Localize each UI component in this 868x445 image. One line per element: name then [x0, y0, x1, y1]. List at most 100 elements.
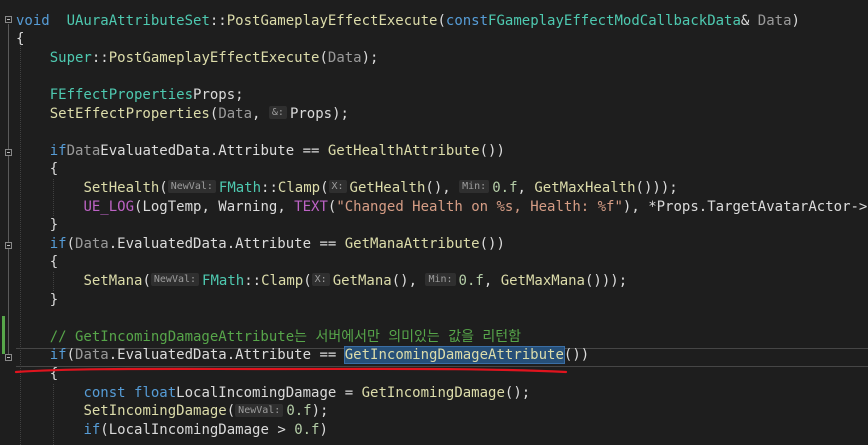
- change-indicator-bar: [2, 316, 5, 354]
- code-line[interactable]: UE_LOG(LogTemp, Warning, TEXT("Changed H…: [16, 198, 868, 217]
- code-token: const: [445, 12, 489, 29]
- code-line[interactable]: {: [16, 253, 58, 272]
- code-token: LocalIncomingDamage: [176, 384, 337, 401]
- code-token: if: [49, 347, 67, 364]
- code-token: ()): [563, 347, 590, 364]
- code-line[interactable]: }: [16, 216, 58, 235]
- code-token: LogTemp, Warning,: [142, 198, 295, 215]
- code-token: ,: [483, 272, 501, 289]
- parameter-hint: X:: [328, 180, 347, 194]
- code-line[interactable]: SetEffectProperties(Data, &: Props);: [16, 105, 349, 124]
- code-line[interactable]: if(Data.EvaluatedData.Attribute == GetIn…: [16, 346, 589, 365]
- code-line[interactable]: if(Data.EvaluatedData.Attribute == GetMa…: [16, 235, 505, 254]
- code-token: (: [437, 12, 446, 29]
- code-token: if: [83, 421, 101, 438]
- code-token: FMath: [202, 272, 245, 289]
- code-token: GetManaAttribute: [344, 235, 480, 252]
- code-token: ::: [209, 12, 227, 29]
- code-token: 0.f: [286, 403, 312, 420]
- code-token: PostGameplayEffectExecute: [108, 49, 320, 66]
- parameter-hint: Min:: [425, 273, 456, 287]
- parameter-hint: Min:: [459, 180, 490, 194]
- code-token: GetMaxHealth: [534, 179, 636, 196]
- code-token: SetMana: [83, 272, 143, 289]
- code-token: Data: [75, 235, 109, 252]
- code-token: Super: [49, 49, 92, 66]
- code-line[interactable]: SetMana(NewVal: FMath::Clamp(X: GetMana(),…: [16, 272, 627, 291]
- code-token: =: [336, 384, 362, 401]
- code-token: GetMaxMana: [500, 272, 585, 289]
- code-line[interactable]: Super::PostGameplayEffectExecute(Data);: [16, 49, 379, 68]
- code-token: SetIncomingDamage: [83, 403, 227, 420]
- code-line[interactable]: if(LocalIncomingDamage > 0.f): [16, 421, 328, 440]
- code-token: GetIncomingDamageAttribute: [343, 346, 565, 365]
- code-token: Data: [218, 105, 253, 122]
- parameter-hint: NewVal:: [167, 180, 216, 194]
- code-line[interactable]: SetIncomingDamage(NewVal: 0.f);: [16, 402, 328, 421]
- code-token: }: [16, 291, 59, 308]
- code-token: (: [159, 179, 168, 196]
- code-token: GetHealthAttribute: [327, 142, 480, 159]
- code-token: (),: [425, 179, 460, 196]
- code-token: "Changed Health on %s, Health: %f": [336, 198, 623, 215]
- code-token: Props: [289, 105, 333, 122]
- code-editor[interactable]: void UAuraAttributeSet::PostGameplayEffe…: [0, 0, 868, 445]
- code-token: SetEffectProperties: [49, 105, 210, 122]
- code-line[interactable]: // GetIncomingDamageAttribute는 서버에서만 의미있…: [16, 328, 521, 347]
- code-token: 0.f: [492, 179, 518, 196]
- code-token: Clamp: [261, 272, 304, 289]
- code-token: (: [319, 49, 328, 66]
- code-token: EvaluatedData.Attribute ==: [100, 142, 328, 159]
- code-token: {: [16, 161, 59, 178]
- code-token: ): [319, 421, 328, 438]
- code-token: FEffectProperties: [49, 86, 194, 103]
- code-token: >: [268, 421, 295, 438]
- code-token: &: [740, 12, 758, 29]
- code-token: (),: [391, 272, 426, 289]
- code-token: if: [49, 142, 67, 159]
- code-token: .EvaluatedData.Attribute ==: [108, 347, 345, 364]
- code-token: );: [311, 403, 329, 420]
- code-token: );: [361, 49, 379, 66]
- fold-toggle-icon[interactable]: [5, 354, 12, 361]
- code-line[interactable]: void UAuraAttributeSet::PostGameplayEffe…: [16, 12, 800, 31]
- code-token: ): [791, 12, 800, 29]
- code-line[interactable]: SetHealth(NewVal: FMath::Clamp(X: GetHealt…: [16, 179, 678, 198]
- code-token: Data: [327, 49, 362, 66]
- fold-toggle-icon[interactable]: [5, 16, 12, 23]
- code-token: UAuraAttributeSet: [66, 12, 210, 29]
- code-line[interactable]: const floatLocalIncomingDamage = GetInco…: [16, 384, 530, 403]
- code-token: LocalIncomingDamage: [108, 421, 269, 438]
- code-line[interactable]: {: [16, 30, 24, 49]
- code-token: FGameplayEffectModCallbackData: [488, 12, 741, 29]
- code-token: GetMana: [332, 272, 392, 289]
- code-token: GetIncomingDamage: [361, 384, 505, 401]
- code-token: Props: [193, 86, 236, 103]
- code-token: const float: [83, 384, 177, 401]
- code-token: ()));: [635, 179, 678, 196]
- code-token: FMath: [218, 179, 262, 196]
- code-token: Data: [75, 347, 109, 364]
- code-token: if: [49, 235, 67, 252]
- code-token: Props: [656, 198, 699, 215]
- code-line[interactable]: FEffectPropertiesProps;: [16, 86, 244, 105]
- code-line[interactable]: ifDataEvaluatedData.Attribute == GetHeal…: [16, 142, 505, 161]
- code-line[interactable]: }: [16, 291, 58, 310]
- code-line[interactable]: {: [16, 160, 58, 179]
- code-token: void: [16, 12, 50, 29]
- fold-toggle-icon[interactable]: [5, 149, 12, 156]
- code-token: ()));: [584, 272, 628, 289]
- code-token: (: [142, 272, 151, 289]
- code-token: ,: [252, 105, 269, 122]
- code-token: ()): [479, 142, 505, 159]
- code-token: {: [16, 31, 25, 48]
- fold-toggle-icon[interactable]: [5, 242, 12, 249]
